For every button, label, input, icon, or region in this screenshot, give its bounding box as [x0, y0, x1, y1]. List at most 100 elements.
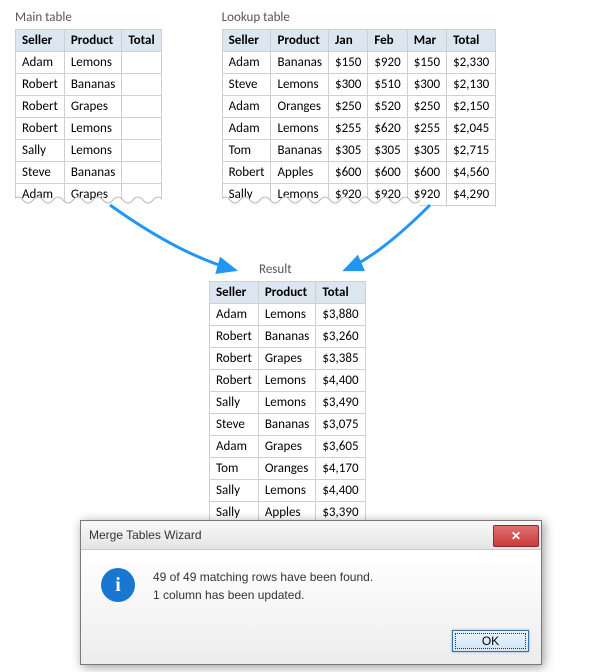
- table-cell: [122, 140, 161, 162]
- table-cell: Oranges: [271, 96, 329, 118]
- table-cell: $600: [368, 162, 407, 184]
- table-row: SallyLemons$4,400: [210, 480, 366, 502]
- table-row: SteveLemons$300$510$300$2,130: [222, 74, 496, 96]
- table-cell: Adam: [210, 304, 259, 326]
- table-cell: $3,075: [316, 414, 365, 436]
- table-cell: Robert: [16, 118, 65, 140]
- table-cell: $4,400: [316, 370, 365, 392]
- dialog-title: Merge Tables Wizard: [89, 528, 202, 542]
- table-row: AdamLemons$3,880: [210, 304, 366, 326]
- table-row: AdamLemons: [16, 52, 162, 74]
- table-row: RobertBananas$3,260: [210, 326, 366, 348]
- table-cell: $300: [328, 74, 367, 96]
- table-cell: Lemons: [271, 184, 329, 206]
- table-cell: $305: [407, 140, 446, 162]
- table-cell: [122, 162, 161, 184]
- table-cell: Robert: [16, 74, 65, 96]
- table-cell: $2,150: [447, 96, 496, 118]
- table-row: RobertBananas: [16, 74, 162, 96]
- close-button[interactable]: ✕: [493, 525, 539, 547]
- table-cell: Sally: [210, 392, 259, 414]
- table-cell: Lemons: [258, 304, 316, 326]
- table-cell: [122, 52, 161, 74]
- table-cell: $3,490: [316, 392, 365, 414]
- table-cell: Grapes: [64, 96, 122, 118]
- table-cell: $150: [407, 52, 446, 74]
- table-cell: Bananas: [271, 52, 329, 74]
- column-header: Seller: [222, 30, 271, 52]
- column-header: Product: [258, 282, 316, 304]
- table-cell: Adam: [16, 184, 65, 206]
- table-row: AdamLemons$255$620$255$2,045: [222, 118, 496, 140]
- table-cell: Bananas: [271, 140, 329, 162]
- table-row: RobertGrapes: [16, 96, 162, 118]
- table-cell: Adam: [16, 52, 65, 74]
- lookup-table-title: Lookup table: [222, 10, 497, 25]
- table-cell: Tom: [222, 140, 271, 162]
- table-cell: Tom: [210, 458, 259, 480]
- table-cell: $920: [407, 184, 446, 206]
- table-cell: Lemons: [258, 370, 316, 392]
- dialog-titlebar[interactable]: Merge Tables Wizard ✕: [81, 521, 541, 550]
- table-cell: Grapes: [64, 184, 122, 206]
- table-cell: $510: [407, 206, 446, 208]
- table-cell: [122, 118, 161, 140]
- table-cell: Sally: [16, 140, 65, 162]
- table-cell: $620: [368, 118, 407, 140]
- dialog-message: 49 of 49 matching rows have been found. …: [153, 568, 373, 604]
- table-row: SallyLemons$920$920$920$4,290: [222, 184, 496, 206]
- table-cell: $2,715: [447, 140, 496, 162]
- column-header: Mar: [407, 30, 446, 52]
- table-row: AdamGrapes: [16, 184, 162, 206]
- column-header: Jan: [328, 30, 367, 52]
- table-cell: $2,330: [447, 52, 496, 74]
- table-cell: $4,290: [447, 184, 496, 206]
- table-cell: Robert: [16, 96, 65, 118]
- result-table: SellerProductTotalAdamLemons$3,880Robert…: [209, 281, 366, 524]
- table-cell: $305: [368, 140, 407, 162]
- column-header: Feb: [368, 30, 407, 52]
- table-cell: $300: [407, 74, 446, 96]
- table-row: AdamBananas$150$920$150$2,330: [222, 52, 496, 74]
- table-row: SteveBananas$3,075: [210, 414, 366, 436]
- table-cell: Lemons: [64, 140, 122, 162]
- table-cell: $920: [368, 52, 407, 74]
- table-cell: Bananas: [258, 414, 316, 436]
- table-cell: Apples: [271, 162, 329, 184]
- main-table: SellerProductTotalAdamLemonsRobertBanana…: [15, 29, 162, 207]
- column-header: Product: [64, 30, 122, 52]
- lookup-table: SellerProductJanFebMarTotalAdamBananas$1…: [222, 29, 497, 207]
- table-cell: $2,130: [447, 74, 496, 96]
- merge-wizard-dialog: Merge Tables Wizard ✕ i 49 of 49 matchin…: [80, 520, 542, 665]
- table-cell: Lemons: [64, 52, 122, 74]
- table-cell: $510: [328, 206, 367, 208]
- table-cell: $920: [368, 184, 407, 206]
- table-cell: Robert: [210, 326, 259, 348]
- table-cell: $3,090: [447, 206, 496, 208]
- table-cell: Steve: [16, 162, 65, 184]
- table-cell: Oranges: [64, 206, 122, 208]
- table-cell: Bananas: [64, 162, 122, 184]
- table-cell: $3,880: [316, 304, 365, 326]
- table-cell: Lemons: [258, 392, 316, 414]
- table-cell: $150: [328, 52, 367, 74]
- main-table-title: Main table: [15, 10, 162, 25]
- ok-button[interactable]: OK: [452, 630, 529, 652]
- table-cell: $4,400: [316, 480, 365, 502]
- table-cell: [122, 96, 161, 118]
- table-row: AdamOranges$250$520$250$2,150: [222, 96, 496, 118]
- table-cell: $250: [328, 96, 367, 118]
- table-row: AdamGrapes$3,605: [210, 436, 366, 458]
- table-cell: $3,385: [316, 348, 365, 370]
- close-icon: ✕: [511, 529, 521, 543]
- table-cell: Tom: [222, 206, 271, 208]
- table-cell: Sally: [222, 184, 271, 206]
- column-header: Product: [271, 30, 329, 52]
- table-row: RobertApples$600$600$600$4,560: [222, 162, 496, 184]
- info-icon: i: [101, 568, 135, 602]
- table-cell: Lemons: [271, 206, 329, 208]
- table-cell: Lemons: [271, 118, 329, 140]
- table-cell: Lemons: [64, 118, 122, 140]
- table-cell: $2,045: [447, 118, 496, 140]
- result-table-title: Result: [259, 262, 399, 277]
